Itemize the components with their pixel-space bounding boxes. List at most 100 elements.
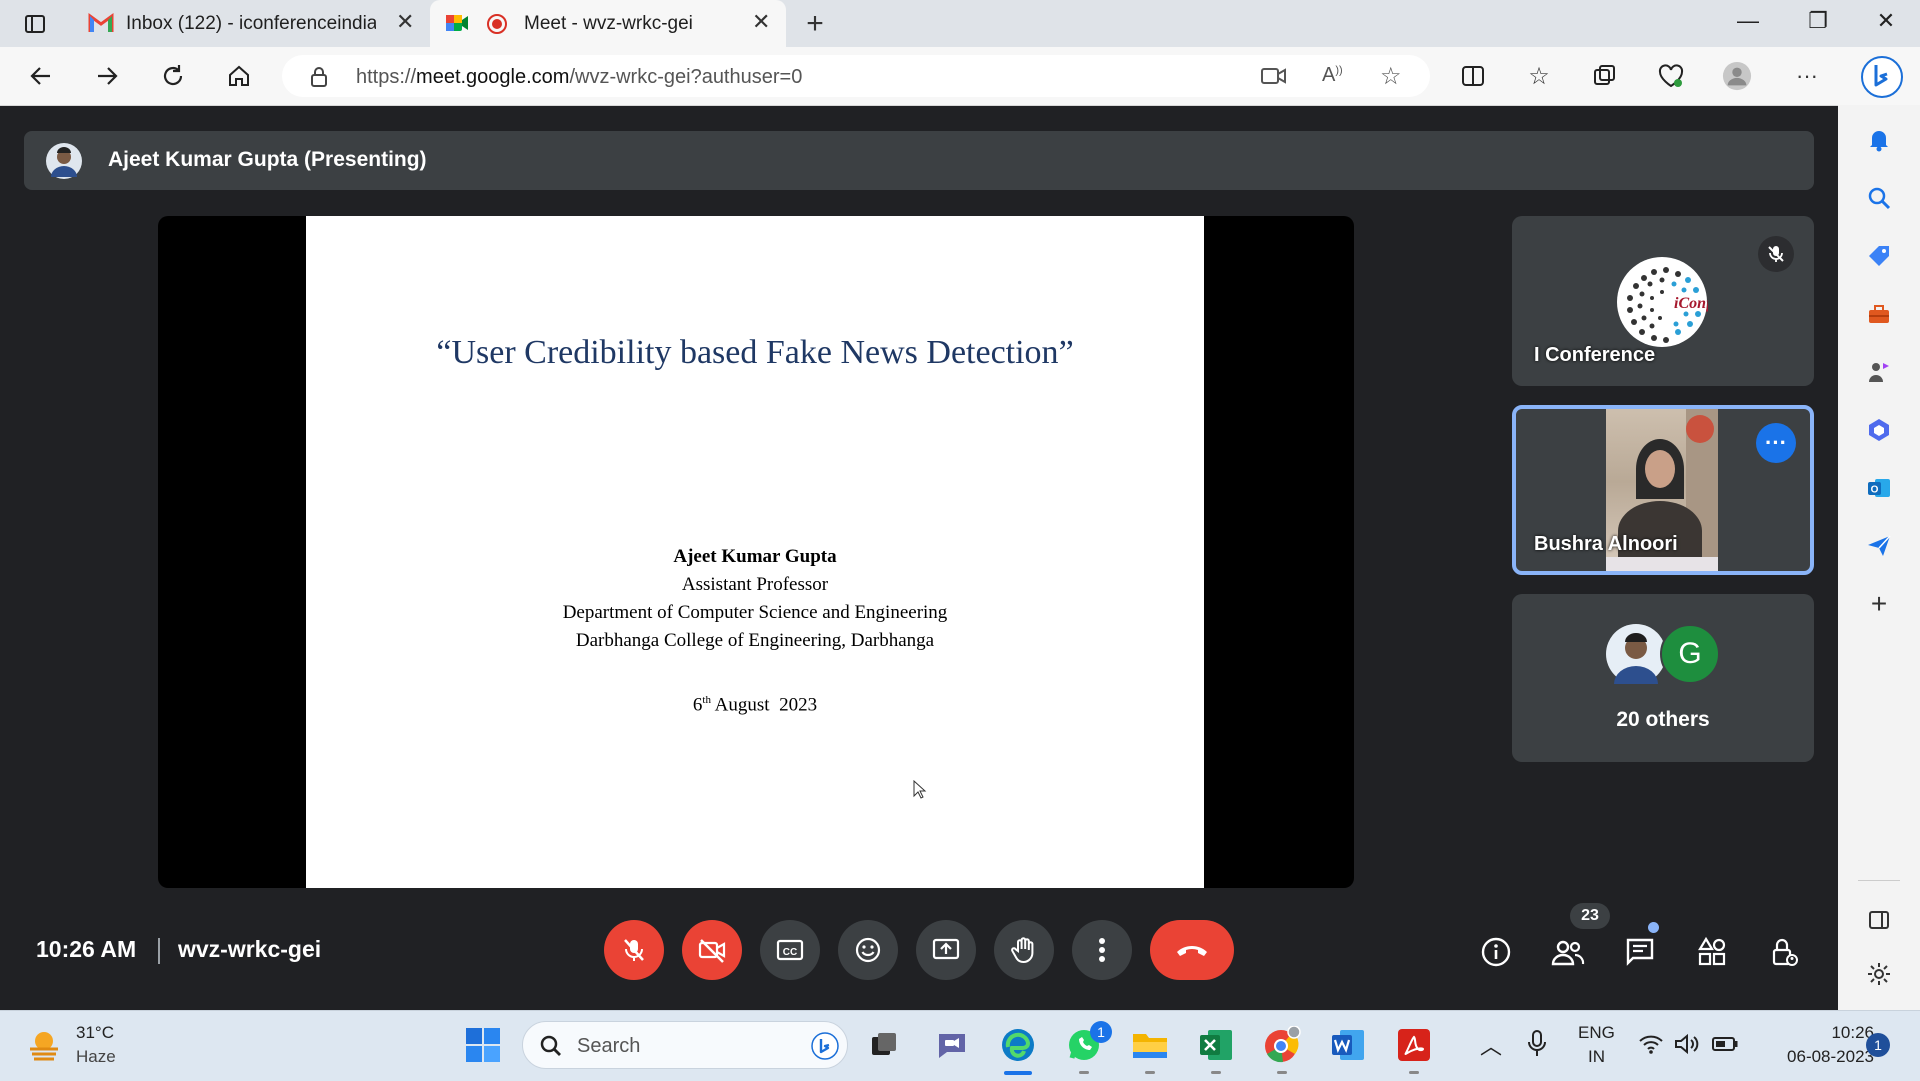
participant-avatar xyxy=(1606,624,1666,689)
chat-button[interactable] xyxy=(1620,932,1660,972)
refresh-icon[interactable] xyxy=(158,61,188,91)
excel-icon[interactable] xyxy=(1196,1025,1236,1065)
profile-avatar-icon[interactable] xyxy=(1722,61,1752,91)
edge-sidebar: O + xyxy=(1838,105,1920,1010)
outlook-icon[interactable]: O xyxy=(1862,471,1896,505)
weather-sun-haze-icon[interactable] xyxy=(26,1027,62,1068)
windows-start-icon[interactable] xyxy=(465,1027,501,1068)
hand-icon xyxy=(1011,937,1034,964)
others-count-label: 20 others xyxy=(1616,708,1710,731)
lock-icon[interactable] xyxy=(310,66,328,93)
url-text[interactable]: https://meet.google.com/wvz-wrkc-gei?aut… xyxy=(356,66,802,89)
search-icon xyxy=(539,1034,563,1063)
raise-hand-button[interactable] xyxy=(994,920,1054,980)
favorites-icon[interactable]: ☆ xyxy=(1524,61,1554,91)
browser-essentials-icon[interactable] xyxy=(1656,61,1686,91)
acrobat-reader-icon[interactable] xyxy=(1394,1025,1434,1065)
notification-count-badge[interactable]: 1 xyxy=(1866,1033,1890,1057)
show-hidden-icons-chevron-icon[interactable]: ︿ xyxy=(1480,1029,1502,1061)
reactions-button[interactable] xyxy=(838,920,898,980)
emoji-icon xyxy=(855,937,881,963)
volume-icon[interactable] xyxy=(1674,1033,1700,1060)
browser-tab-strip: Inbox (122) - iconferenceindia@g ✕ Meet … xyxy=(0,0,1920,47)
search-icon[interactable] xyxy=(1862,181,1896,215)
camera-toggle-button[interactable] xyxy=(682,920,742,980)
weather-desc: Haze xyxy=(76,1047,116,1066)
notifications-bell-icon[interactable] xyxy=(1862,123,1896,157)
clock-date[interactable]: 06-08-2023 xyxy=(1740,1047,1874,1067)
collections-icon[interactable] xyxy=(1590,61,1620,91)
teams-chat-icon[interactable] xyxy=(932,1025,972,1065)
lock-person-icon xyxy=(1772,938,1798,966)
file-explorer-icon[interactable] xyxy=(1130,1025,1170,1065)
favorite-star-icon[interactable]: ☆ xyxy=(1380,62,1402,91)
captions-button[interactable]: CC xyxy=(760,920,820,980)
host-controls-button[interactable] xyxy=(1764,932,1804,972)
bing-icon xyxy=(811,1032,839,1065)
participant-tile-iconference[interactable]: iConfer I Conference xyxy=(1512,216,1814,386)
browser-toolbar: https://meet.google.com/wvz-wrkc-gei?aut… xyxy=(0,47,1920,106)
leave-call-button[interactable] xyxy=(1150,920,1234,980)
meeting-details-button[interactable] xyxy=(1476,932,1516,972)
battery-icon[interactable] xyxy=(1712,1035,1738,1058)
shopping-tag-icon[interactable] xyxy=(1862,239,1896,273)
microphone-in-use-icon[interactable] xyxy=(1526,1029,1548,1064)
camera-permission-icon[interactable] xyxy=(1260,65,1288,92)
participant-tile-bushra[interactable]: ··· Bushra Alnoori xyxy=(1512,405,1814,575)
back-icon[interactable] xyxy=(26,61,56,91)
hang-up-icon xyxy=(1177,946,1207,956)
shapes-icon xyxy=(1698,936,1726,966)
search-placeholder: Search xyxy=(577,1035,641,1057)
clock-time[interactable]: 10:26 xyxy=(1740,1023,1874,1043)
taskbar-search-box[interactable]: Search xyxy=(522,1021,848,1069)
minimize-icon[interactable]: — xyxy=(1718,8,1778,34)
forward-icon[interactable] xyxy=(92,61,122,91)
send-drop-icon[interactable] xyxy=(1862,529,1896,563)
sidebar-divider xyxy=(1858,880,1900,881)
iconference-logo: iConfer xyxy=(1616,256,1725,353)
wifi-icon[interactable] xyxy=(1638,1033,1664,1060)
tab-actions-icon[interactable] xyxy=(20,9,50,39)
language-code[interactable]: ENG xyxy=(1578,1023,1615,1043)
split-screen-icon[interactable] xyxy=(1458,61,1488,91)
close-icon[interactable]: ✕ xyxy=(752,9,770,35)
games-icon[interactable] xyxy=(1862,355,1896,389)
presenter-name: Ajeet Kumar Gupta (Presenting) xyxy=(108,148,427,171)
edge-browser-icon[interactable] xyxy=(998,1025,1038,1065)
speaking-indicator-icon: ··· xyxy=(1756,423,1796,463)
window-close-icon[interactable]: ✕ xyxy=(1856,8,1916,34)
tab-gmail[interactable]: Inbox (122) - iconferenceindia@g ✕ xyxy=(74,0,426,47)
running-indicator xyxy=(1211,1071,1221,1074)
restore-icon[interactable]: ❐ xyxy=(1788,8,1848,34)
more-options-icon[interactable]: ··· xyxy=(1792,61,1822,91)
language-region[interactable]: IN xyxy=(1588,1047,1605,1067)
hide-sidebar-icon[interactable] xyxy=(1862,903,1896,937)
read-aloud-icon[interactable]: A)) xyxy=(1322,64,1343,87)
word-icon[interactable] xyxy=(1328,1025,1368,1065)
task-view-icon[interactable] xyxy=(864,1025,904,1065)
microphone-toggle-button[interactable] xyxy=(604,920,664,980)
activities-button[interactable] xyxy=(1692,932,1732,972)
slide: “User Credibility based Fake News Detect… xyxy=(306,216,1204,888)
close-icon[interactable]: ✕ xyxy=(396,9,414,35)
slide-author: Ajeet Kumar Gupta xyxy=(673,546,837,567)
add-sidebar-app-icon[interactable]: + xyxy=(1862,587,1896,621)
chrome-icon[interactable] xyxy=(1262,1025,1302,1065)
settings-gear-icon[interactable] xyxy=(1862,957,1896,991)
bing-copilot-icon[interactable] xyxy=(1860,55,1904,99)
slide-title: “User Credibility based Fake News Detect… xyxy=(436,334,1074,371)
vertical-dots-icon xyxy=(1099,938,1105,962)
tools-toolbox-icon[interactable] xyxy=(1862,297,1896,331)
more-options-button[interactable] xyxy=(1072,920,1132,980)
present-screen-button[interactable] xyxy=(916,920,976,980)
meeting-time: 10:26 AM xyxy=(36,936,137,962)
tab-meet[interactable]: Meet - wvz-wrkc-gei ✕ xyxy=(430,0,786,47)
home-icon[interactable] xyxy=(224,61,254,91)
participant-tile-others[interactable]: G 20 others xyxy=(1512,594,1814,762)
svg-text:O: O xyxy=(1871,485,1879,496)
microsoft-365-icon[interactable] xyxy=(1862,413,1896,447)
people-button[interactable] xyxy=(1548,932,1588,972)
address-bar[interactable]: https://meet.google.com/wvz-wrkc-gei?aut… xyxy=(282,55,1430,97)
new-tab-icon[interactable]: + xyxy=(800,7,830,40)
active-app-indicator xyxy=(1004,1071,1032,1075)
